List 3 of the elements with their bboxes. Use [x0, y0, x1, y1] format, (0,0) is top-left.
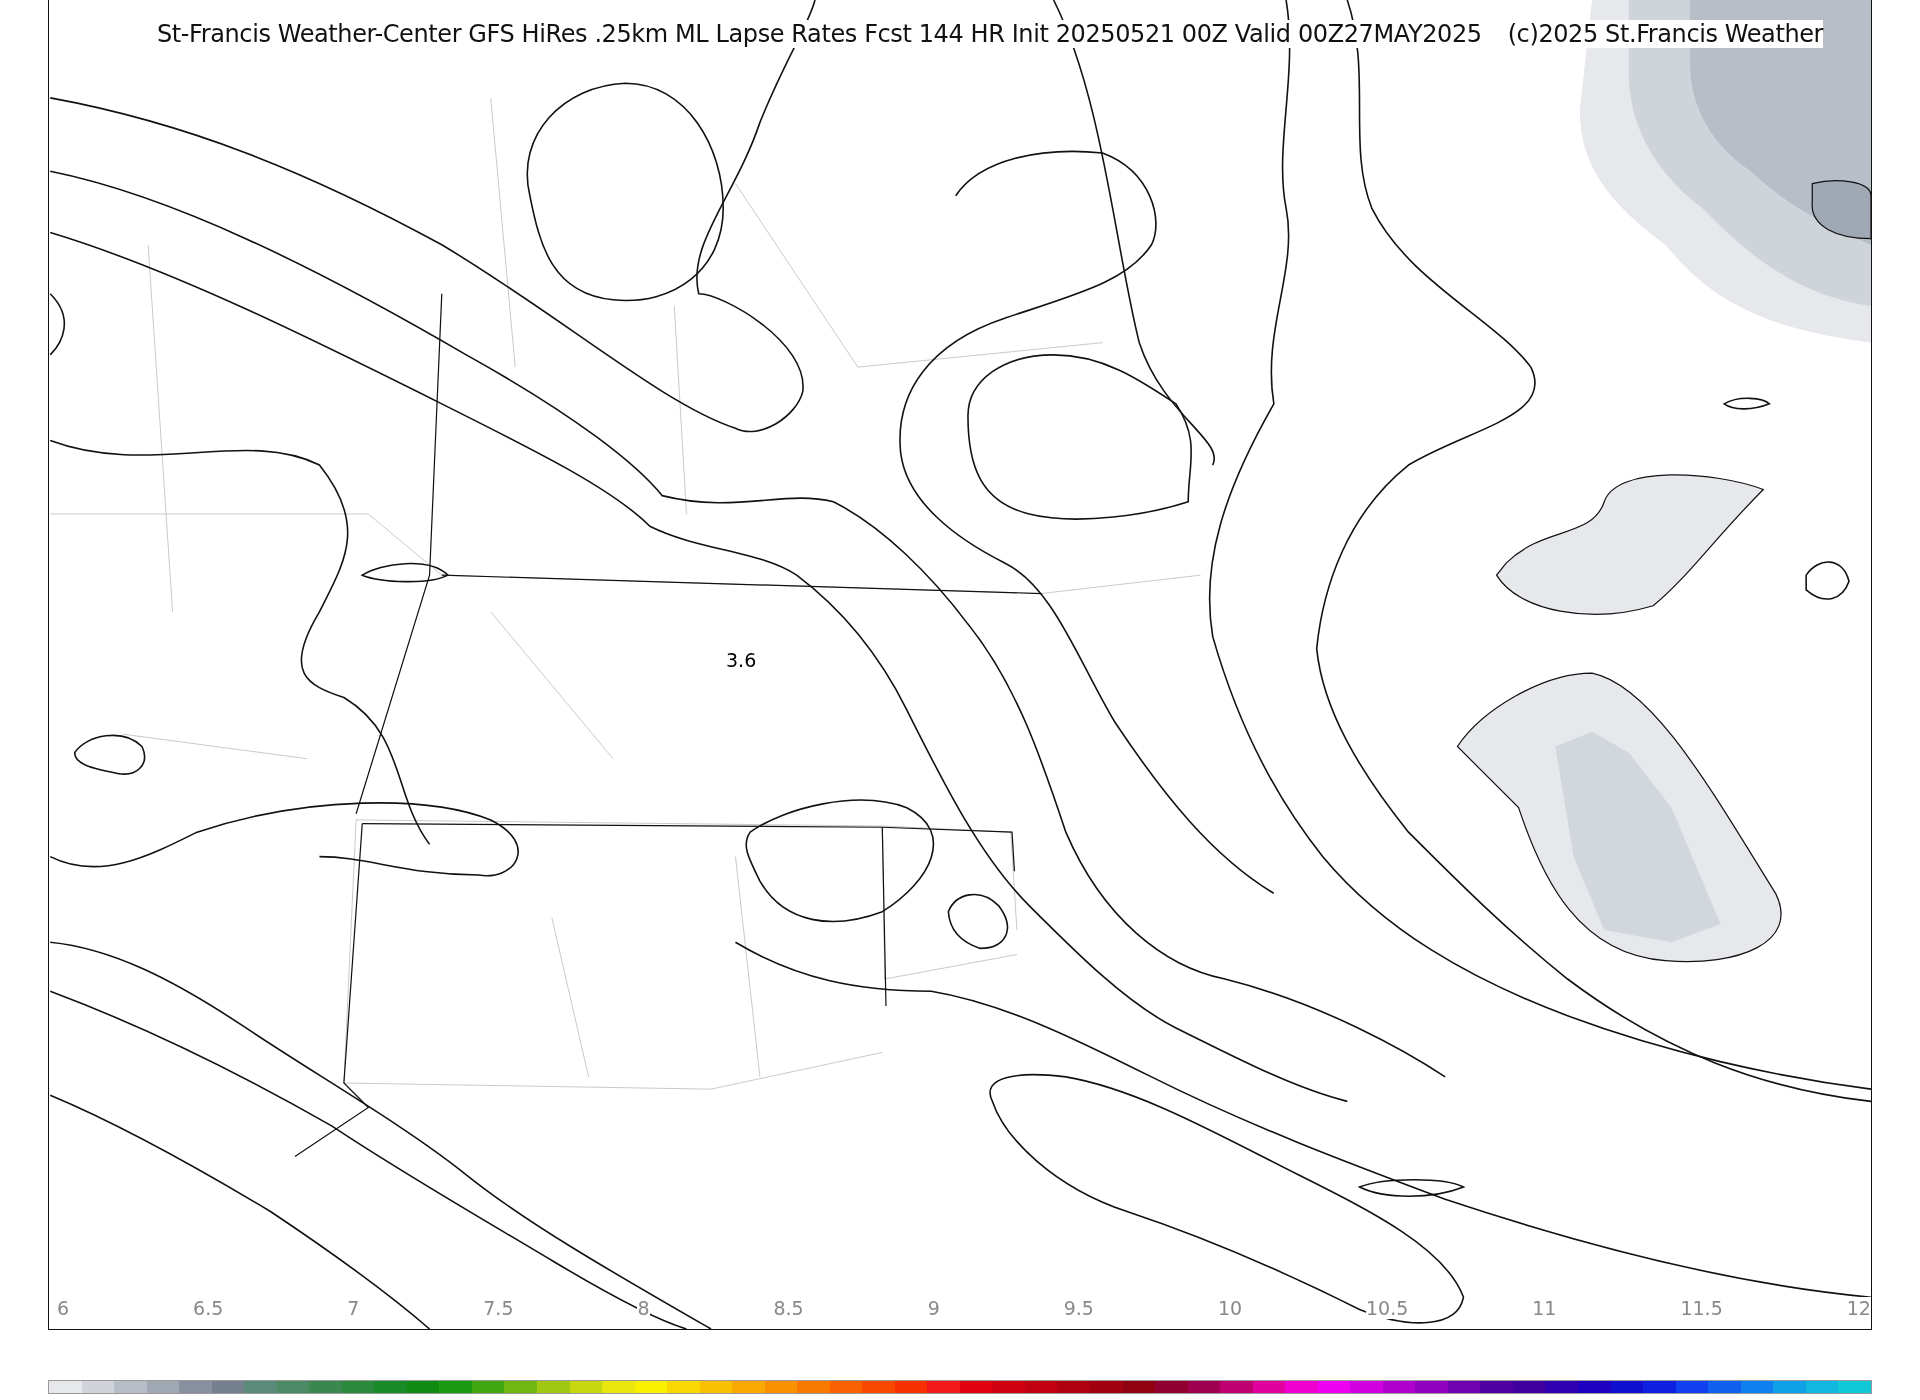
copyright-text: (c)2025 St.Francis Weather — [1507, 20, 1824, 48]
map-title: St-Francis Weather-Center GFS HiRes .25km ML Lapse Rates Fcst 144 HR Init 20250521 00Z Valid 00Z27MAY2025 — [157, 20, 1482, 48]
contour-label: 3.6 — [726, 651, 757, 670]
